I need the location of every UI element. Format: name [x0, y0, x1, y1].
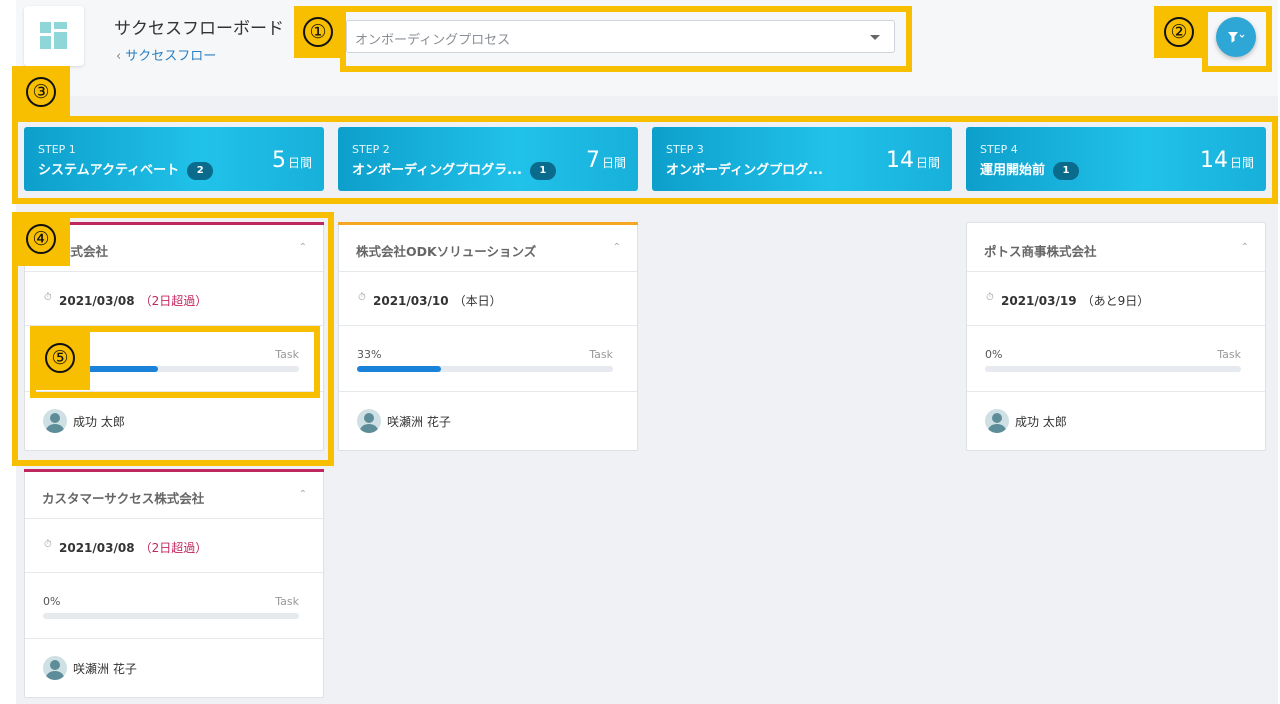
chevron-left-icon: ‹: [116, 49, 122, 64]
task-label: Task: [589, 348, 613, 361]
caret-down-icon: [870, 35, 880, 40]
success-flow-board: サクセスフローボード ‹ サクセスフロー オンボーディングプロセス STEP 1 シ…: [0, 0, 1280, 704]
step-count-badge: 2: [187, 162, 214, 180]
user-avatar-icon: [985, 409, 1009, 433]
progress-row: 0% Task: [25, 573, 323, 639]
user-avatar-icon: [357, 409, 381, 433]
due-date: 2021/03/08 （2日超過）: [59, 294, 208, 308]
due-date: 2021/03/08 （2日超過）: [59, 541, 208, 555]
assignee-row: 咲瀬洲 花子: [25, 639, 323, 697]
chevron-up-icon[interactable]: ⌃: [299, 242, 307, 253]
due-date: 2021/03/19 （あと9日）: [1001, 294, 1150, 308]
assignee-name: 成功 太郎: [73, 415, 125, 429]
chevron-up-icon[interactable]: ⌃: [1241, 242, 1249, 253]
process-select-value: オンボーディングプロセス: [355, 33, 511, 48]
callout-badge-3: ③: [12, 66, 70, 118]
callout-badge-1: ①: [294, 6, 342, 58]
clock-icon: ⏱: [358, 292, 366, 303]
progress-bar: [985, 366, 1241, 372]
progress-percent: 0%: [43, 595, 61, 608]
breadcrumb-label: サクセスフロー: [125, 49, 217, 64]
company-name[interactable]: ポトス商事株式会社: [984, 241, 1097, 260]
company-card[interactable]: 株式会社ODKソリューションズ ⌃ ⏱ 2021/03/10 （本日） 33% Task 咲瀬…: [338, 222, 638, 451]
step-label: STEP 3: [666, 143, 704, 156]
step-name: オンボーディングプログラ... 1: [352, 159, 556, 180]
user-avatar-icon: [43, 656, 67, 680]
step-tile-1[interactable]: STEP 1 システムアクティベート 2 5 日間: [24, 127, 324, 191]
company-name[interactable]: カスタマーサクセス株式会社: [42, 488, 204, 507]
assignee-name: 咲瀬洲 花子: [73, 662, 137, 676]
callout-badge-5: ⑤: [30, 326, 90, 390]
step-duration: 7 日間: [585, 148, 626, 173]
card-header: カスタマーサクセス株式会社 ⌃: [25, 470, 323, 519]
step-duration: 14 日間: [885, 148, 940, 173]
due-date: 2021/03/10 （本日）: [373, 294, 502, 308]
chevron-up-icon[interactable]: ⌃: [299, 489, 307, 500]
step-tile-3[interactable]: STEP 3 オンボーディングプログ... 14 日間: [652, 127, 952, 191]
step-label: STEP 1: [38, 143, 76, 156]
card-header: 株式会社ODKソリューションズ ⌃: [339, 223, 637, 272]
step-name: オンボーディングプログ...: [666, 163, 823, 178]
grid-logo-icon: [24, 6, 84, 66]
task-label: Task: [275, 595, 299, 608]
step-count-badge: 1: [529, 162, 556, 180]
assignee-name: 成功 太郎: [1015, 415, 1067, 429]
process-select[interactable]: オンボーディングプロセス: [346, 20, 895, 53]
chevron-up-icon[interactable]: ⌃: [613, 242, 621, 253]
step-tile-4[interactable]: STEP 4 運用開始前 1 14 日間: [966, 127, 1266, 191]
progress-row: 0% Task: [967, 326, 1265, 392]
company-card[interactable]: ポトス商事株式会社 ⌃ ⏱ 2021/03/19 （あと9日） 0% Task 成功 太郎: [966, 222, 1266, 451]
due-date-row: ⏱ 2021/03/19 （あと9日）: [967, 272, 1265, 326]
page-title: サクセスフローボード: [114, 19, 284, 39]
progress-percent: 33%: [357, 348, 382, 361]
step-count-badge: 1: [1053, 162, 1080, 180]
due-note: （2日超過）: [139, 541, 208, 555]
filter-button[interactable]: [1216, 17, 1256, 57]
clock-icon: ⏱: [44, 539, 52, 550]
clock-icon: ⏱: [44, 292, 52, 303]
step-name: システムアクティベート 2: [38, 159, 214, 180]
progress-row: 33% Task: [339, 326, 637, 392]
step-duration: 14 日間: [1199, 148, 1254, 173]
step-tile-2[interactable]: STEP 2 オンボーディングプログラ... 1 7 日間: [338, 127, 638, 191]
card-header: ポトス商事株式会社 ⌃: [967, 223, 1265, 272]
step-name: 運用開始前 1: [980, 159, 1080, 180]
step-duration: 5 日間: [271, 148, 312, 173]
breadcrumb-link[interactable]: ‹ サクセスフロー: [116, 45, 216, 64]
assignee-name: 咲瀬洲 花子: [387, 415, 451, 429]
assignee-row: 成功 太郎: [967, 392, 1265, 450]
progress-percent: 0%: [985, 348, 1003, 361]
callout-badge-2: ②: [1154, 6, 1204, 58]
assignee-row: 成功 太郎: [25, 392, 323, 450]
step-label: STEP 4: [980, 143, 1018, 156]
user-avatar-icon: [43, 409, 67, 433]
callout-badge-4: ④: [12, 212, 70, 266]
task-label: Task: [1217, 348, 1241, 361]
filter-icon: [1228, 32, 1245, 43]
company-card[interactable]: カスタマーサクセス株式会社 ⌃ ⏱ 2021/03/08 （2日超過） 0% Task 咲瀬洲…: [24, 469, 324, 698]
progress-bar: [43, 613, 299, 619]
due-note: （2日超過）: [139, 294, 208, 308]
step-label: STEP 2: [352, 143, 390, 156]
task-label: Task: [275, 348, 299, 361]
due-date-row: ⏱ 2021/03/08 （2日超過）: [25, 519, 323, 573]
due-date-row: ⏱ 2021/03/10 （本日）: [339, 272, 637, 326]
due-date-row: ⏱ 2021/03/08 （2日超過）: [25, 272, 323, 326]
due-note: （本日）: [453, 294, 502, 308]
company-name[interactable]: 株式会社ODKソリューションズ: [356, 241, 536, 260]
progress-bar: [357, 366, 613, 372]
progress-fill: [357, 366, 442, 372]
assignee-row: 咲瀬洲 花子: [339, 392, 637, 450]
due-note: （あと9日）: [1081, 294, 1150, 308]
clock-icon: ⏱: [986, 292, 994, 303]
